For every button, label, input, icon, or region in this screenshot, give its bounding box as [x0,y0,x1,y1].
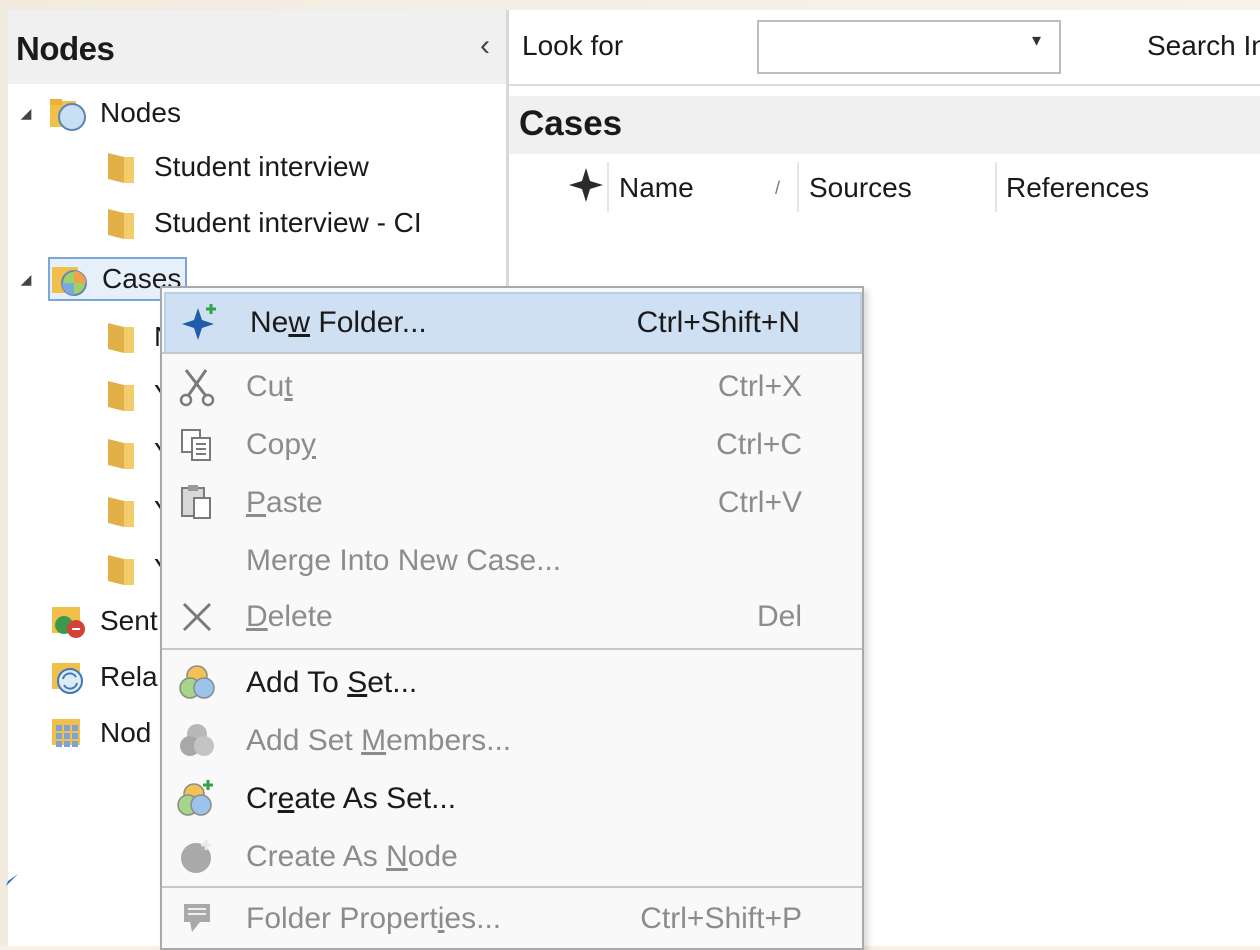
collapse-panel-button[interactable]: ‹ [470,26,500,66]
folder-icon [102,147,142,187]
column-separator[interactable] [995,162,997,212]
menu-separator [162,886,862,888]
folder-icon [102,491,142,531]
copy-icon [176,424,218,466]
look-for-label: Look for [522,30,624,61]
nodes-folder-icon [48,93,88,133]
menu-item-cut[interactable]: Cut Ctrl+X [162,358,862,416]
new-folder-icon [180,302,222,344]
scissors-icon [176,366,218,408]
column-separator[interactable] [797,162,799,212]
menu-item-shortcut: Ctrl+X [717,370,802,403]
menu-item-paste[interactable]: Paste Ctrl+V [162,474,862,532]
menu-separator [162,352,862,354]
column-header-icon[interactable] [567,160,605,216]
menu-item-label: Paste [246,486,323,519]
node-matrices-folder-icon [48,713,88,753]
create-node-icon [176,836,218,878]
folder-icon [102,549,142,589]
menu-item-add-to-set[interactable]: Add To Set... [162,654,862,712]
menu-item-new-folder[interactable]: New Folder... Ctrl+Shift+N [164,292,862,354]
column-label: Sources [809,172,912,203]
tree-item-label: Nod [100,717,152,748]
menu-item-label: Delete [246,600,333,633]
menu-item-label: Merge Into New Case... [246,544,562,577]
search-in-button[interactable]: Search In [1147,30,1260,62]
menu-item-label: Create As Node [246,840,458,873]
menu-item-folder-properties[interactable]: Folder Properties... Ctrl+Shift+P [162,890,862,948]
sentiment-folder-icon [48,601,88,641]
list-header: Cases [509,96,1260,154]
find-toolbar: Look for ▾ Search In [509,10,1260,86]
folder-properties-icon [176,898,218,940]
menu-item-shortcut: Ctrl+V [717,486,802,519]
look-for-input[interactable]: ▾ [757,20,1061,74]
menu-item-merge-into-new-case[interactable]: Merge Into New Case... [162,532,862,590]
menu-item-create-as-node[interactable]: Create As Node [162,828,862,886]
folder-icon [102,317,142,357]
tree-item-relationships[interactable]: Rela [48,650,158,704]
menu-item-shortcut: Ctrl+Shift+P [640,902,802,935]
menu-item-shortcut: Ctrl+C [716,428,802,461]
menu-item-label: New Folder... [250,306,427,339]
menu-item-delete[interactable]: Delete Del [162,588,862,646]
tree-item-student-interview-ci[interactable]: Student interview - CI [102,196,422,250]
tree-item-label: Student interview - CI [154,207,422,238]
delete-icon [176,596,218,638]
cases-folder-icon [50,259,90,299]
paste-icon [176,482,218,524]
mouse-pointer-icon [4,872,20,888]
menu-item-label: Copy [246,428,317,461]
folder-icon [102,433,142,473]
add-to-set-icon [176,662,218,704]
tree-item-student-interview[interactable]: Student interview [102,140,369,194]
menu-item-copy[interactable]: Copy Ctrl+C [162,416,862,474]
menu-item-label: Cut [246,370,293,403]
folder-icon [102,375,142,415]
column-label: References [1006,172,1150,203]
context-menu: New Folder... Ctrl+Shift+N Cut Ctrl+X Co… [160,286,864,950]
expand-arrow-icon[interactable]: ◢ [18,271,34,288]
column-header-sources[interactable]: Sources [809,160,912,216]
tree-item-label: Nodes [100,97,181,128]
add-set-members-icon [176,720,218,762]
menu-item-shortcut: Ctrl+Shift+N [636,306,800,339]
column-header-references[interactable]: References [1006,160,1149,216]
sort-indicator-icon: / [775,177,781,198]
tree-item-node-matrices[interactable]: Nod [48,706,151,760]
menu-item-create-as-set[interactable]: Create As Set... [162,770,862,828]
navigation-title: Nodes [16,30,115,67]
tree-item-nodes[interactable]: ◢ Nodes [18,86,181,140]
folder-icon [102,203,142,243]
navigation-header: Nodes ‹ [8,10,506,84]
tree-item-label: Sent [100,605,158,636]
expand-arrow-icon[interactable]: ◢ [18,105,34,122]
column-label: Name [619,172,694,203]
menu-item-label: Add To Set... [246,666,418,699]
tree-item-sentiment[interactable]: Sent [48,594,158,648]
menu-item-label: Create As Set... [246,782,457,815]
column-header-name[interactable]: Name [619,160,694,216]
menu-item-label: Folder Properties... [246,902,502,935]
relationships-folder-icon [48,657,88,697]
menu-item-shortcut: Del [756,600,802,633]
menu-separator [162,648,862,650]
tree-item-label: Student interview [154,151,369,182]
menu-item-label: Add Set Members... [246,724,512,757]
create-set-icon [176,778,218,820]
tree-item-label: Rela [100,661,158,692]
dropdown-arrow-icon[interactable]: ▾ [1032,30,1041,51]
new-item-star-icon [567,166,605,211]
list-title: Cases [519,104,623,143]
column-separator[interactable] [607,162,609,212]
menu-item-add-set-members[interactable]: Add Set Members... [162,712,862,770]
